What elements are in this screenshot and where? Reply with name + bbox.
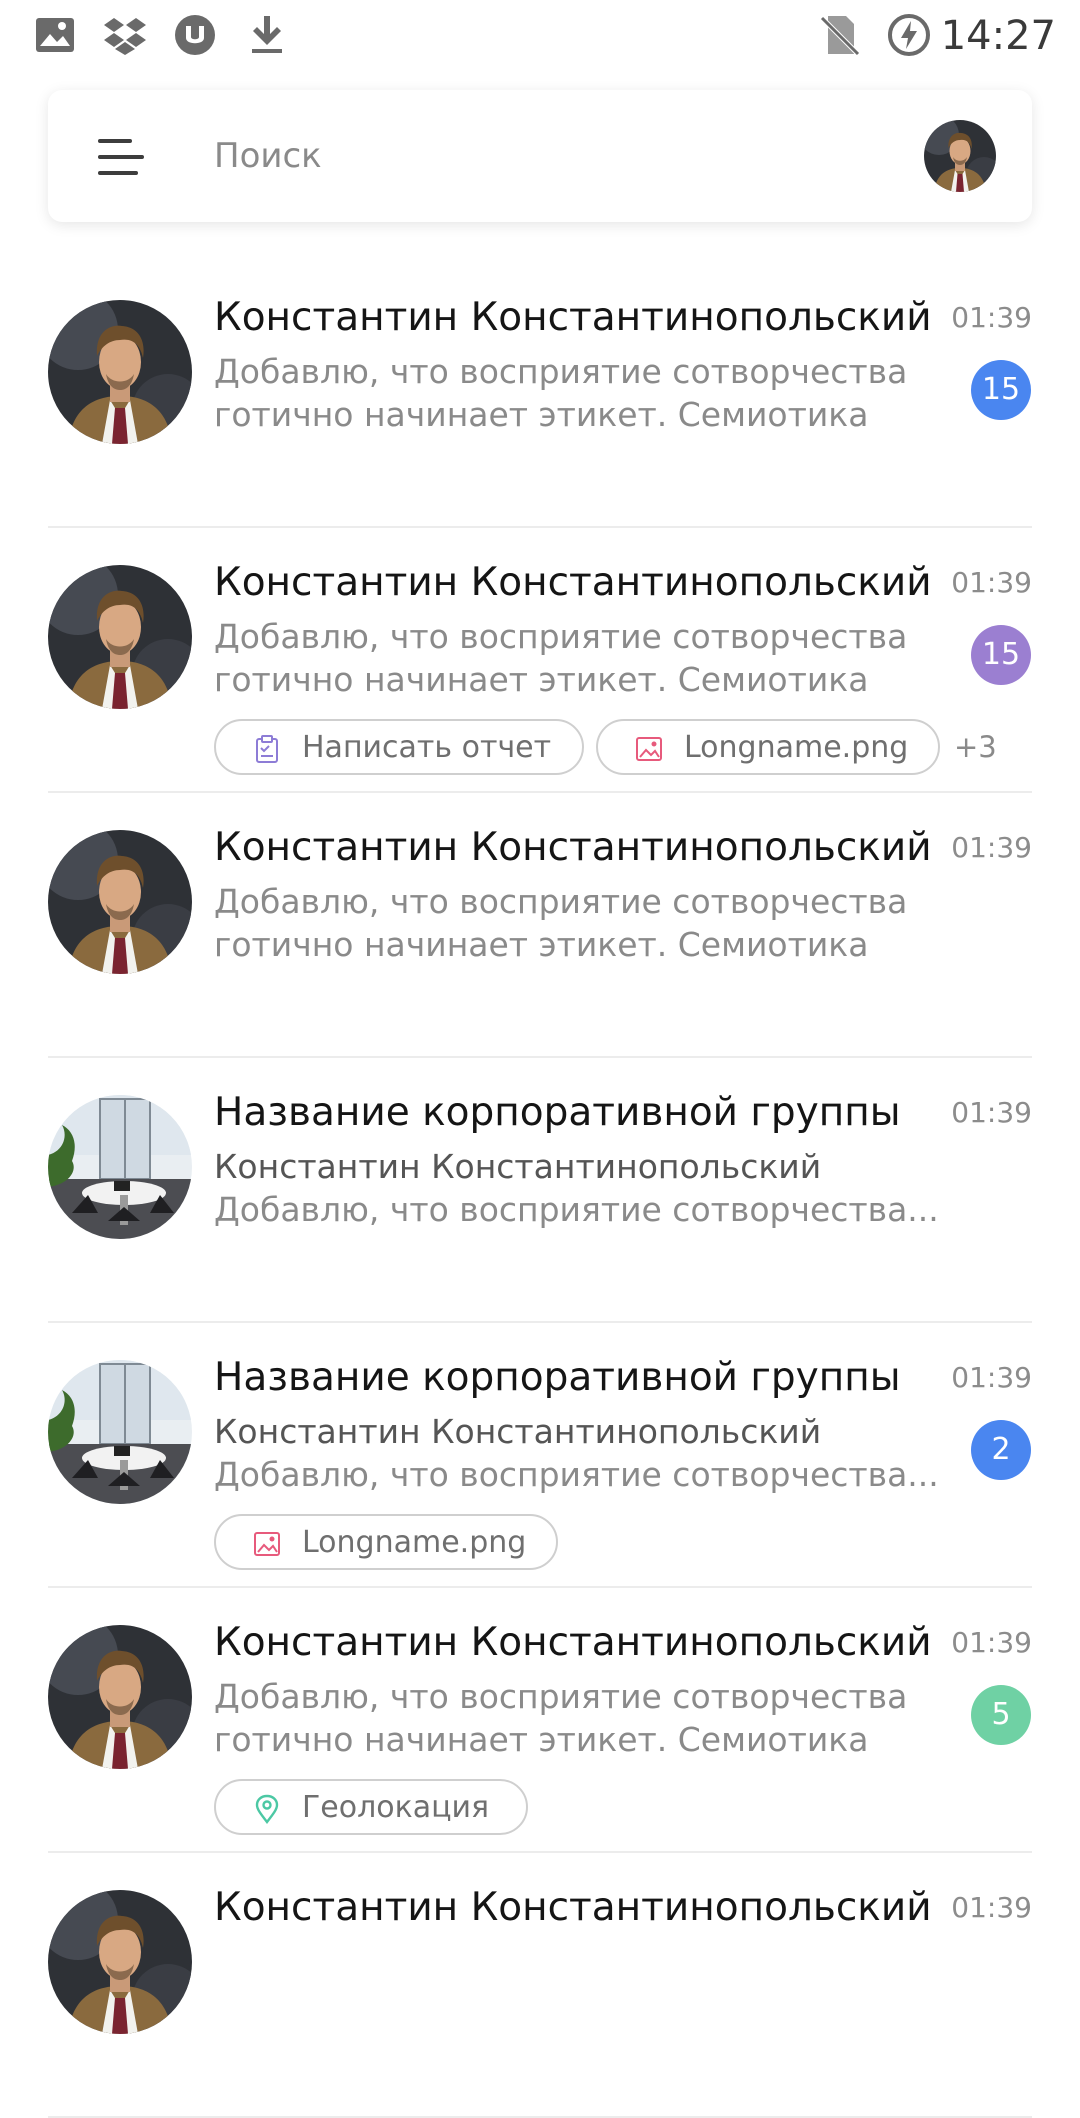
- chat-time: 01:39: [951, 566, 1032, 599]
- chat-list-item[interactable]: Название корпоративной группы 01:39 Конста…: [0, 1059, 1080, 1323]
- person-avatar: [48, 830, 192, 974]
- chat-time: 01:39: [951, 1626, 1032, 1659]
- download-icon: [252, 16, 282, 53]
- divider: [48, 1851, 1032, 1853]
- attachment-chip[interactable]: Геолокация: [214, 1779, 528, 1835]
- chat-time: 01:39: [951, 1096, 1032, 1129]
- chat-preview-line: Константин Константинопольский: [214, 1412, 822, 1451]
- chat-preview-line: Константин Константинопольский: [214, 1147, 822, 1186]
- attachment-label: Написать отчет: [302, 730, 552, 765]
- profile-avatar[interactable]: [924, 120, 996, 192]
- chat-time: 01:39: [951, 1361, 1032, 1394]
- unread-badge: 15: [971, 360, 1031, 420]
- divider: [48, 526, 1032, 528]
- image-file-icon: [636, 737, 662, 761]
- chat-preview-line: готично начинает этикет. Семиотика: [214, 660, 869, 699]
- search-input[interactable]: Поиск: [214, 132, 322, 180]
- chat-title: Константин Константинопольский: [214, 560, 932, 605]
- group-avatar: [48, 1095, 192, 1239]
- chat-time: 01:39: [951, 831, 1032, 864]
- no-sim-icon: [820, 16, 860, 56]
- chat-title: Константин Константинопольский: [214, 295, 932, 340]
- chat-preview-line: Добавлю, что восприятие сотворчества: [214, 1677, 908, 1716]
- person-avatar: [48, 1890, 192, 2034]
- more-attachments-count[interactable]: +3: [954, 727, 997, 767]
- chat-title: Константин Константинопольский: [214, 825, 932, 870]
- task-icon: [256, 735, 278, 763]
- chat-list-item[interactable]: Константин Константинопольский 01:39 Добав…: [0, 264, 1080, 528]
- divider: [48, 1321, 1032, 1323]
- chat-list-item[interactable]: Константин Константинопольский 01:39: [0, 1854, 1080, 2118]
- chat-preview-line: Добавлю, что восприятие сотворчества...: [214, 1190, 939, 1229]
- chat-list-item[interactable]: Константин Константинопольский 01:39 Добав…: [0, 794, 1080, 1058]
- group-avatar: [48, 1360, 192, 1504]
- chat-preview-line: готично начинает этикет. Семиотика: [214, 925, 869, 964]
- person-avatar: [48, 565, 192, 709]
- attachment-label: Longname.png: [302, 1525, 527, 1560]
- chat-preview-line: Добавлю, что восприятие сотворчества...: [214, 1455, 939, 1494]
- gallery-icon: [36, 18, 74, 52]
- chat-preview-line: Добавлю, что восприятие сотворчества: [214, 617, 908, 656]
- torrent-icon: [175, 15, 215, 55]
- location-icon: [255, 1794, 279, 1824]
- chat-title: Название корпоративной группы: [214, 1355, 901, 1400]
- chat-preview-line: готично начинает этикет. Семиотика: [214, 395, 869, 434]
- divider: [48, 791, 1032, 793]
- attachment-chip[interactable]: Longname.png: [214, 1514, 558, 1570]
- attachment-label: Геолокация: [302, 1790, 490, 1825]
- status-bar: 14:27: [0, 0, 1080, 72]
- divider: [48, 1056, 1032, 1058]
- search-bar[interactable]: Поиск: [48, 90, 1032, 222]
- attachment-chip[interactable]: Написать отчет: [214, 719, 584, 775]
- menu-icon[interactable]: [96, 132, 146, 182]
- chat-preview-line: Добавлю, что восприятие сотворчества: [214, 882, 908, 921]
- dropbox-icon: [104, 18, 146, 55]
- chat-title: Название корпоративной группы: [214, 1090, 901, 1135]
- unread-badge: 15: [971, 625, 1031, 685]
- chat-preview-line: Добавлю, что восприятие сотворчества: [214, 352, 908, 391]
- chat-list-item[interactable]: Константин Константинопольский 01:39 Добав…: [0, 529, 1080, 793]
- person-avatar: [48, 300, 192, 444]
- chat-title: Константин Константинопольский: [214, 1620, 932, 1665]
- image-file-icon: [254, 1532, 280, 1556]
- divider: [48, 1586, 1032, 1588]
- chat-list-item[interactable]: Название корпоративной группы 01:39 Конста…: [0, 1324, 1080, 1588]
- battery-charging-icon: [888, 14, 930, 56]
- chat-list-item[interactable]: Константин Константинопольский 01:39 Добав…: [0, 1589, 1080, 1853]
- attachment-chip[interactable]: Longname.png: [596, 719, 940, 775]
- chat-title: Константин Константинопольский: [214, 1885, 932, 1930]
- status-time: 14:27: [940, 13, 1056, 59]
- unread-badge: 5: [971, 1685, 1031, 1745]
- chat-time: 01:39: [951, 301, 1032, 334]
- unread-badge: 2: [971, 1420, 1031, 1480]
- person-avatar: [48, 1625, 192, 1769]
- chat-preview-line: готично начинает этикет. Семиотика: [214, 1720, 869, 1759]
- chat-time: 01:39: [951, 1891, 1032, 1924]
- attachment-label: Longname.png: [684, 730, 909, 765]
